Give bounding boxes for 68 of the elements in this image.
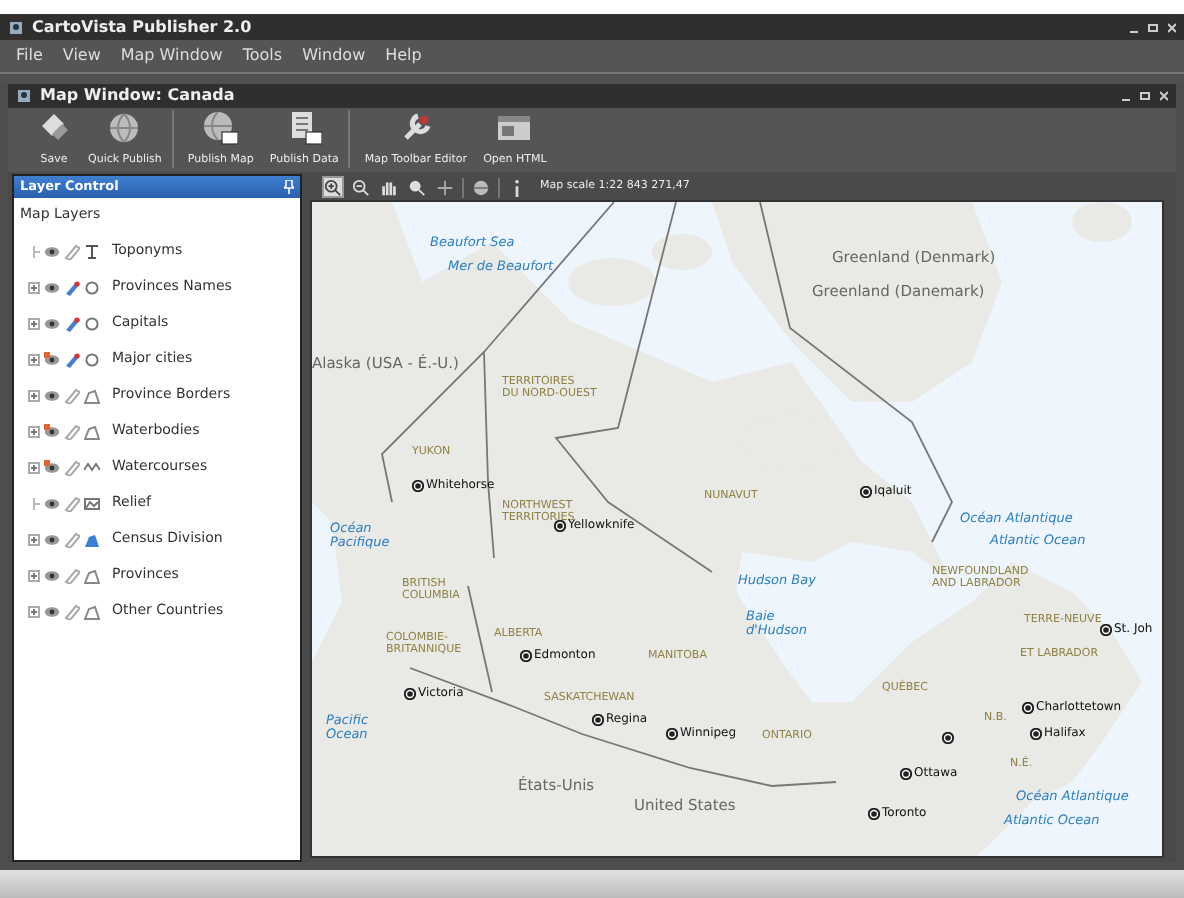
city-marker-icon xyxy=(592,714,604,727)
expand-icon[interactable] xyxy=(28,317,40,329)
circle-icon xyxy=(84,351,100,367)
flagged-eye-icon[interactable] xyxy=(44,351,60,367)
wave-line-icon xyxy=(84,459,100,475)
eye-icon[interactable] xyxy=(44,243,60,259)
city-marker-icon xyxy=(520,650,532,663)
circle-icon xyxy=(84,279,100,295)
polygon-icon xyxy=(84,603,100,619)
pin-icon[interactable] xyxy=(284,180,294,194)
city-marker-icon xyxy=(1100,624,1112,637)
maximize-icon[interactable] xyxy=(1148,21,1158,33)
menu-item[interactable]: Map Window xyxy=(120,44,223,68)
city-marker-icon xyxy=(1030,728,1042,741)
circle-icon xyxy=(84,315,100,331)
eye-icon[interactable] xyxy=(44,315,60,331)
pencil-icon[interactable] xyxy=(64,279,80,295)
menu-item[interactable]: Tools xyxy=(242,44,283,68)
pencil-icon[interactable] xyxy=(64,315,80,331)
image-icon xyxy=(84,495,100,511)
expand-icon[interactable] xyxy=(28,281,40,293)
menu-item[interactable]: Help xyxy=(385,44,422,68)
expand-icon[interactable] xyxy=(28,389,40,401)
window-title: Map Window: Canada xyxy=(40,84,235,108)
polygon-icon xyxy=(84,567,100,583)
city-marker-icon xyxy=(554,520,566,533)
eye-icon[interactable] xyxy=(44,279,60,295)
eye-icon[interactable] xyxy=(44,387,60,403)
expand-icon[interactable] xyxy=(28,461,40,473)
map-tool-button[interactable] xyxy=(322,176,344,198)
map-tool-button[interactable] xyxy=(406,176,428,198)
zoom-out-icon xyxy=(352,177,370,197)
city-marker-icon xyxy=(1022,702,1034,715)
app-logo-icon xyxy=(8,19,24,35)
close-icon[interactable] xyxy=(1160,90,1168,102)
maximize-icon[interactable] xyxy=(1140,90,1150,102)
zoom-in-icon xyxy=(324,177,342,197)
polygon-icon xyxy=(84,387,100,403)
city-marker-icon xyxy=(900,768,912,781)
expand-icon[interactable] xyxy=(28,353,40,365)
city-marker-icon xyxy=(666,728,678,741)
app-title: CartoVista Publisher 2.0 xyxy=(32,15,252,39)
eye-icon[interactable] xyxy=(44,567,60,583)
magnifier-icon xyxy=(408,177,426,197)
pencil-icon[interactable] xyxy=(64,351,80,367)
eye-icon[interactable] xyxy=(44,495,60,511)
map-tool-button[interactable] xyxy=(350,176,372,198)
city-marker-icon xyxy=(868,808,880,821)
text-icon xyxy=(84,243,100,259)
window-logo-icon xyxy=(16,88,32,104)
city-marker-icon xyxy=(404,688,416,701)
city-marker-icon xyxy=(860,486,872,499)
expand-icon[interactable] xyxy=(28,425,40,437)
flagged-eye-icon[interactable] xyxy=(44,423,60,439)
close-icon[interactable] xyxy=(1168,21,1176,33)
expand-icon[interactable] xyxy=(28,569,40,581)
flagged-eye-icon[interactable] xyxy=(44,459,60,475)
city-marker-icon xyxy=(942,732,954,744)
document-icon xyxy=(286,109,323,146)
city-marker-icon xyxy=(412,480,424,493)
menu-item[interactable]: File xyxy=(16,44,43,68)
menu-item[interactable]: Window xyxy=(302,44,366,68)
expand-icon[interactable] xyxy=(28,605,40,617)
eye-icon[interactable] xyxy=(44,603,60,619)
eye-icon[interactable] xyxy=(44,531,60,547)
expand-icon[interactable] xyxy=(28,533,40,545)
menu-item[interactable]: View xyxy=(62,44,101,68)
polygon-icon xyxy=(84,423,100,439)
